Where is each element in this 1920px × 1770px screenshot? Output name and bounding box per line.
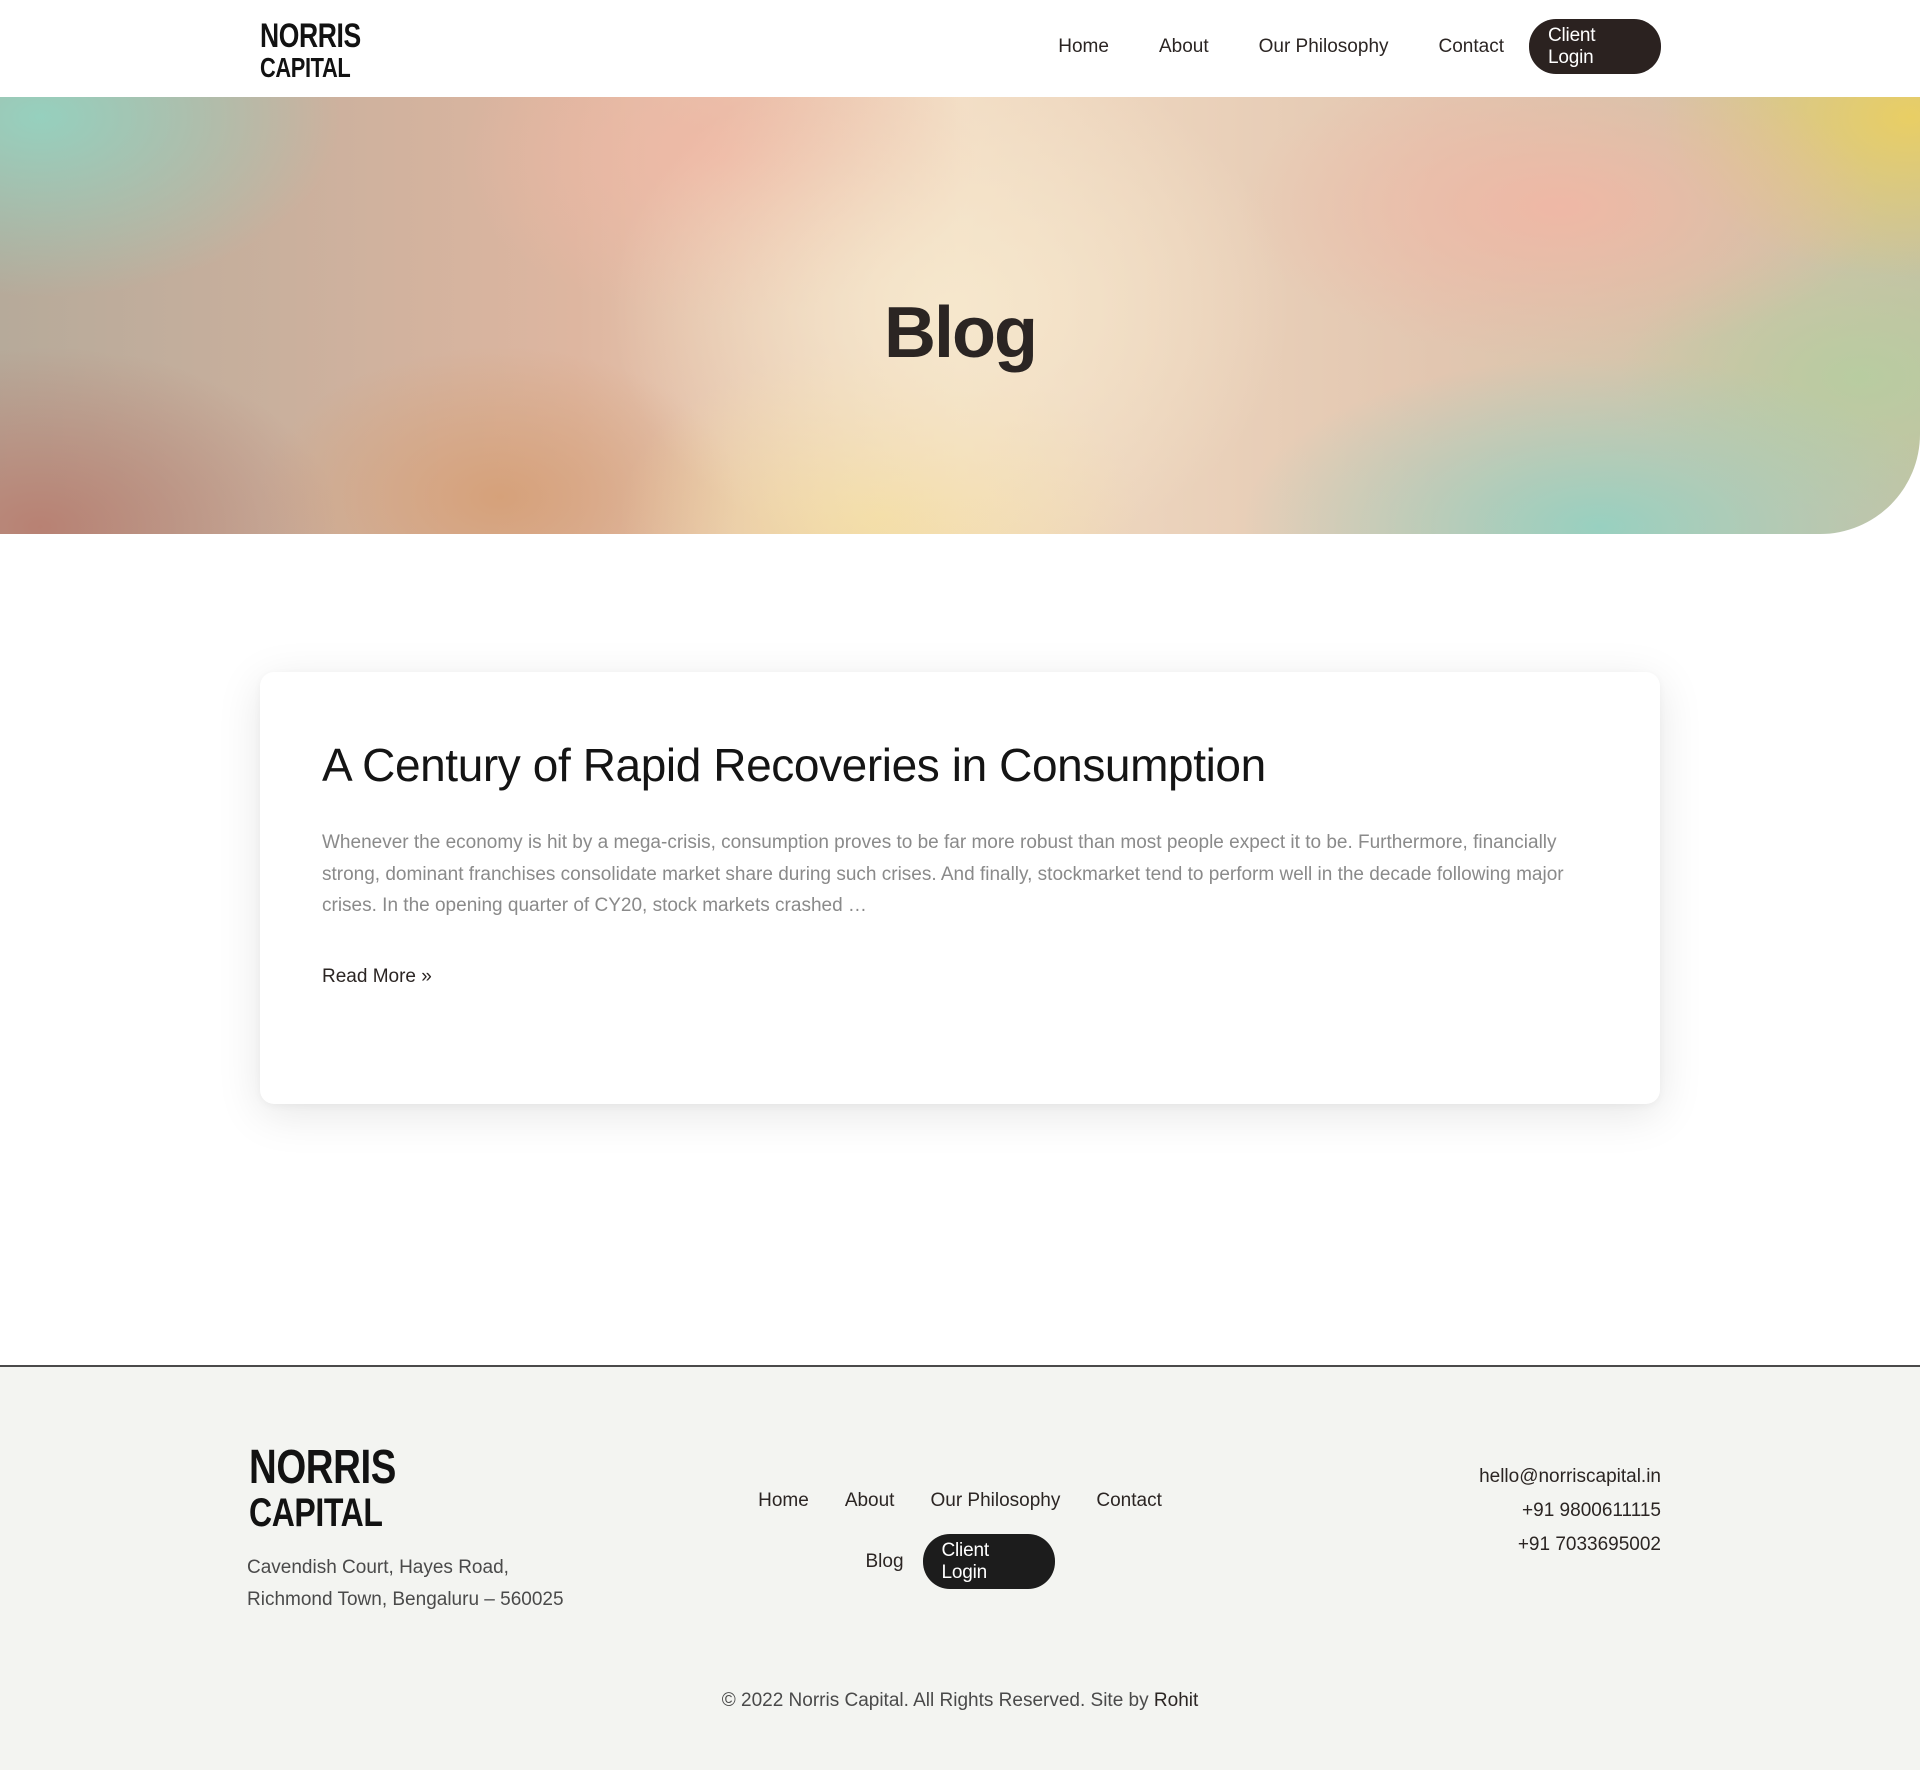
- contact-email[interactable]: hello@norriscapital.in: [1479, 1460, 1661, 1494]
- footer-nav-row-1: Home About Our Philosophy Contact: [700, 1482, 1220, 1520]
- footer-nav-home[interactable]: Home: [758, 1490, 809, 1512]
- footer-address: Cavendish Court, Hayes Road, Richmond To…: [247, 1552, 564, 1616]
- nav-contact[interactable]: Contact: [1439, 36, 1504, 58]
- hero-banner: Blog: [0, 97, 1920, 534]
- footer-logo-line-2: CAPITAL: [249, 1491, 383, 1535]
- footer-nav: Home About Our Philosophy Contact Blog C…: [700, 1482, 1220, 1589]
- nav-home[interactable]: Home: [1058, 36, 1109, 58]
- main-nav: Home About Our Philosophy Contact Client…: [1058, 19, 1661, 74]
- blog-post-card: A Century of Rapid Recoveries in Consump…: [260, 672, 1660, 1104]
- site-credit-link[interactable]: Rohit: [1154, 1690, 1198, 1711]
- footer-nav-our-philosophy[interactable]: Our Philosophy: [930, 1490, 1060, 1512]
- post-title[interactable]: A Century of Rapid Recoveries in Consump…: [322, 738, 1266, 792]
- logo-line-2: CAPITAL: [260, 52, 351, 83]
- footer-nav-about[interactable]: About: [845, 1490, 895, 1512]
- read-more-link[interactable]: Read More »: [322, 966, 432, 988]
- footer-nav-contact[interactable]: Contact: [1096, 1490, 1161, 1512]
- footer-contact: hello@norriscapital.in +91 9800611115 +9…: [1479, 1460, 1661, 1562]
- post-excerpt: Whenever the economy is hit by a mega-cr…: [322, 832, 1564, 916]
- contact-phone-1[interactable]: +91 9800611115: [1479, 1494, 1661, 1528]
- logo-line-1: NORRIS: [260, 17, 361, 55]
- footer-client-login-button[interactable]: Client Login: [922, 1534, 1055, 1589]
- footer-logo-line-1: NORRIS: [249, 1441, 396, 1494]
- nav-our-philosophy[interactable]: Our Philosophy: [1259, 36, 1389, 58]
- footer-nav-row-2: Blog Client Login: [700, 1534, 1220, 1589]
- site-logo[interactable]: NORRIS CAPITAL: [260, 19, 361, 82]
- copyright: © 2022 Norris Capital. All Rights Reserv…: [0, 1690, 1920, 1712]
- copyright-text: © 2022 Norris Capital. All Rights Reserv…: [721, 1690, 1149, 1711]
- site-header: NORRIS CAPITAL Home About Our Philosophy…: [0, 0, 1920, 97]
- address-line-2: Richmond Town, Bengaluru – 560025: [247, 1589, 564, 1610]
- address-line-1: Cavendish Court, Hayes Road,: [247, 1557, 509, 1578]
- page-title: Blog: [884, 293, 1038, 373]
- nav-about[interactable]: About: [1159, 36, 1209, 58]
- footer-nav-blog[interactable]: Blog: [865, 1551, 903, 1573]
- contact-phone-2[interactable]: +91 7033695002: [1479, 1528, 1661, 1562]
- footer-logo[interactable]: NORRIS CAPITAL: [249, 1441, 396, 1535]
- site-footer: NORRIS CAPITAL Cavendish Court, Hayes Ro…: [0, 1365, 1920, 1770]
- client-login-button[interactable]: Client Login: [1529, 19, 1661, 74]
